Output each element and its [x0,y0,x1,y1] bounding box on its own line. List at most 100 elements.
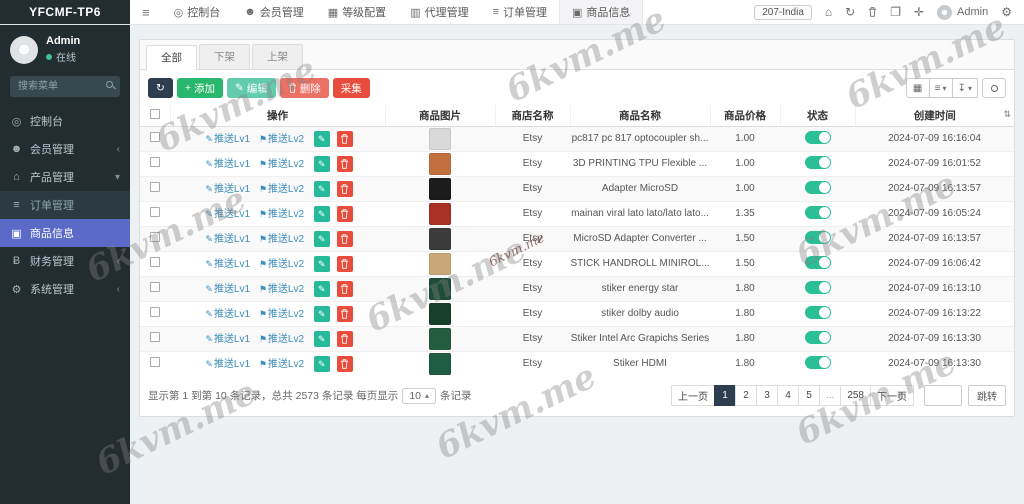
row-edit-button[interactable]: ✎ [314,206,330,222]
row-delete-button[interactable] [337,281,353,297]
fullscreen-icon[interactable]: ✛ [914,5,924,19]
row-delete-button[interactable] [337,306,353,322]
row-checkbox[interactable] [150,257,160,267]
push-lv1-link[interactable]: ✎推送Lv1 [205,309,250,320]
header-created-time[interactable]: 创建时间⇅ [855,105,1014,126]
header-store-name[interactable]: 商店名称 [495,105,570,126]
row-edit-button[interactable]: ✎ [314,331,330,347]
header-price[interactable]: 商品价格 [710,105,780,126]
collect-button[interactable]: 采集 [333,78,370,98]
row-edit-button[interactable]: ✎ [314,181,330,197]
status-toggle[interactable] [805,306,831,319]
toggle-view-button[interactable]: ▦ [906,78,930,98]
topbar-item-dashboard[interactable]: ◎控制台 [162,0,233,24]
row-checkbox[interactable] [150,307,160,317]
row-checkbox[interactable] [150,157,160,167]
sidebar-toggle-button[interactable]: ≡ [130,0,162,24]
push-lv1-link[interactable]: ✎推送Lv1 [205,284,250,295]
page-button-1[interactable]: 1 [714,385,736,406]
status-toggle[interactable] [805,181,831,194]
search-input[interactable] [10,76,120,97]
push-lv1-link[interactable]: ✎推送Lv1 [205,134,250,145]
row-delete-button[interactable] [337,156,353,172]
status-toggle[interactable] [805,331,831,344]
sidebar-item-system[interactable]: ⚙系统管理‹ [0,275,130,303]
row-delete-button[interactable] [337,231,353,247]
delete-button[interactable]: 删除 [280,78,329,98]
user-menu[interactable]: ☻ Admin [937,5,988,20]
header-status[interactable]: 状态 [780,105,855,126]
topbar-item-levels[interactable]: ▦等级配置 [316,0,398,24]
sort-icon[interactable]: ⇅ [1003,109,1011,120]
row-checkbox[interactable] [150,332,160,342]
push-lv1-link[interactable]: ✎推送Lv1 [205,334,250,345]
page-button-5[interactable]: 5 [798,385,820,406]
settings-gear-icon[interactable]: ⚙ [1001,5,1012,19]
trash-icon[interactable] [868,7,877,17]
next-page-button[interactable]: 下一页 [870,385,914,406]
push-lv2-link[interactable]: ⚑推送Lv2 [259,159,304,170]
export-button[interactable]: ↧▾ [952,78,978,98]
row-checkbox[interactable] [150,207,160,217]
row-checkbox[interactable] [150,232,160,242]
status-toggle[interactable] [805,206,831,219]
push-lv1-link[interactable]: ✎推送Lv1 [205,259,250,270]
push-lv2-link[interactable]: ⚑推送Lv2 [259,334,304,345]
row-delete-button[interactable] [337,206,353,222]
sidebar-item-orders[interactable]: ≡订单管理 [0,191,130,219]
push-lv1-link[interactable]: ✎推送Lv1 [205,209,250,220]
push-lv1-link[interactable]: ✎推送Lv1 [205,359,250,370]
push-lv1-link[interactable]: ✎推送Lv1 [205,234,250,245]
status-toggle[interactable] [805,281,831,294]
topbar-item-products[interactable]: ▣商品信息 [559,0,643,24]
row-delete-button[interactable] [337,331,353,347]
row-checkbox[interactable] [150,357,160,367]
select-all-checkbox[interactable] [150,109,160,119]
jump-page-input[interactable] [924,385,962,406]
header-operations[interactable]: 操作 [170,105,385,126]
push-lv2-link[interactable]: ⚑推送Lv2 [259,284,304,295]
row-delete-button[interactable] [337,181,353,197]
row-checkbox[interactable] [150,282,160,292]
topbar-item-agents[interactable]: ▥代理管理 [398,0,480,24]
sidebar-item-members[interactable]: ☻会员管理‹ [0,135,130,163]
push-lv2-link[interactable]: ⚑推送Lv2 [259,209,304,220]
push-lv2-link[interactable]: ⚑推送Lv2 [259,309,304,320]
row-checkbox[interactable] [150,182,160,192]
status-toggle[interactable] [805,256,831,269]
page-button-3[interactable]: 3 [756,385,778,406]
row-edit-button[interactable]: ✎ [314,256,330,272]
row-edit-button[interactable]: ✎ [314,131,330,147]
page-button-4[interactable]: 4 [777,385,799,406]
topbar-item-orders[interactable]: ≡订单管理 [481,0,559,24]
status-toggle[interactable] [805,231,831,244]
refresh-button[interactable]: ↻ [148,78,173,98]
page-button-2[interactable]: 2 [735,385,757,406]
tab-off-shelf[interactable]: 下架 [199,44,250,69]
row-checkbox[interactable] [150,132,160,142]
row-delete-button[interactable] [337,356,353,372]
push-lv2-link[interactable]: ⚑推送Lv2 [259,259,304,270]
edit-button[interactable]: ✎编辑 [227,78,276,98]
push-lv1-link[interactable]: ✎推送Lv1 [205,184,250,195]
region-badge[interactable]: 207-India [754,5,812,20]
tab-all[interactable]: 全部 [146,45,197,70]
header-product-image[interactable]: 商品图片 [385,105,495,126]
prev-page-button[interactable]: 上一页 [671,385,715,406]
row-edit-button[interactable]: ✎ [314,356,330,372]
add-button[interactable]: +添加 [177,78,223,98]
push-lv2-link[interactable]: ⚑推送Lv2 [259,184,304,195]
topbar-item-members[interactable]: ☻会员管理 [232,0,316,24]
row-delete-button[interactable] [337,131,353,147]
row-delete-button[interactable] [337,256,353,272]
row-edit-button[interactable]: ✎ [314,281,330,297]
clipboard-icon[interactable]: ❐ [890,5,901,19]
page-size-select[interactable]: 10▴ [402,388,436,404]
sidebar-item-product-info[interactable]: ▣商品信息 [0,219,130,247]
sidebar-item-products[interactable]: ⌂产品管理▾ [0,163,130,191]
sidebar-item-dashboard[interactable]: ◎控制台 [0,107,130,135]
tab-on-shelf[interactable]: 上架 [252,44,303,69]
push-lv2-link[interactable]: ⚑推送Lv2 [259,359,304,370]
columns-button[interactable]: ≡▾ [929,78,953,98]
row-edit-button[interactable]: ✎ [314,156,330,172]
